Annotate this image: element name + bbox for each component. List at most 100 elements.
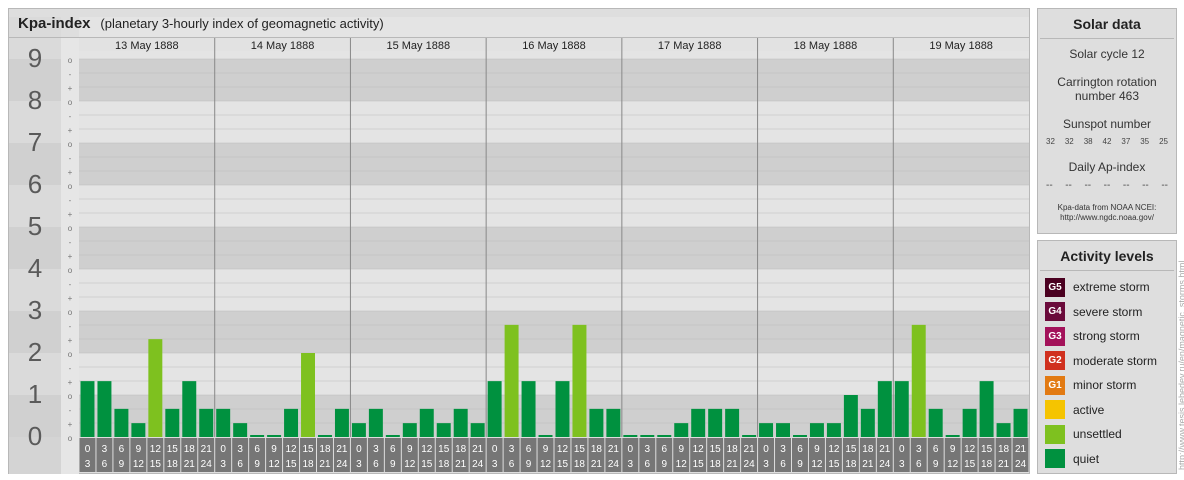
hour-start-label: 9 <box>136 444 142 455</box>
hour-end-label: 3 <box>899 459 905 470</box>
y-tick-label: 8 <box>28 85 42 115</box>
hour-end-label: 12 <box>540 459 552 470</box>
hour-start-label: 0 <box>492 444 498 455</box>
hour-start-label: 12 <box>693 444 705 455</box>
hour-start-label: 3 <box>645 444 651 455</box>
kp-bar <box>928 408 943 437</box>
solar-data-title: Solar data <box>1040 9 1174 39</box>
level-swatch <box>1045 400 1065 420</box>
level-g4: G4 severe storm <box>1038 300 1176 325</box>
hour-start-label: 18 <box>455 444 467 455</box>
kp-bar <box>402 423 417 437</box>
y-tick-label: 9 <box>28 43 42 73</box>
kp-bar <box>436 423 451 437</box>
hour-start-label: 15 <box>438 444 450 455</box>
level-label: extreme storm <box>1073 280 1150 295</box>
hour-start-label: 3 <box>509 444 515 455</box>
hour-start-label: 21 <box>336 444 348 455</box>
hour-end-label: 18 <box>167 459 179 470</box>
hour-end-label: 6 <box>509 459 515 470</box>
level-label: minor storm <box>1073 378 1137 393</box>
hour-start-label: 15 <box>710 444 722 455</box>
hour-start-label: 12 <box>421 444 433 455</box>
y-minor-tick: - <box>69 280 72 289</box>
hour-start-label: 18 <box>184 444 196 455</box>
hour-end-label: 24 <box>744 459 756 470</box>
sunspot-values: 32 32 38 42 37 35 25 <box>1038 137 1176 146</box>
hour-start-label: 18 <box>727 444 739 455</box>
kp-bar <box>572 324 587 437</box>
y-minor-tick: + <box>68 378 73 387</box>
ap-value: -- <box>1122 180 1130 191</box>
hour-end-label: 21 <box>727 459 739 470</box>
solar-data-panel: Solar data Solar cycle 12 Carrington rot… <box>1037 8 1177 234</box>
hour-end-label: 15 <box>421 459 433 470</box>
y-minor-tick: - <box>69 196 72 205</box>
ap-value: -- <box>1161 180 1168 191</box>
hour-end-label: 15 <box>557 459 569 470</box>
hour-start-label: 3 <box>102 444 108 455</box>
level-swatch: G3 <box>1045 326 1065 346</box>
hour-end-label: 6 <box>780 459 786 470</box>
y-minor-tick: + <box>68 168 73 177</box>
hour-end-label: 18 <box>438 459 450 470</box>
hour-end-label: 18 <box>574 459 586 470</box>
y-band <box>79 269 1029 311</box>
carrington-rotation-line1: Carrington rotation <box>1057 75 1157 89</box>
hour-end-label: 12 <box>947 459 959 470</box>
kp-bar <box>284 408 299 437</box>
ap-value: -- <box>1084 180 1092 191</box>
hour-end-label: 24 <box>201 459 213 470</box>
y-minor-tick: + <box>68 336 73 345</box>
y-band <box>79 101 1029 143</box>
kp-bar <box>334 408 349 437</box>
hour-start-label: 6 <box>119 444 125 455</box>
sunspot-value: 25 <box>1159 137 1168 146</box>
activity-levels-panel: Activity levels G5 extreme storm G4 severe… <box>1037 240 1177 474</box>
kp-bar <box>877 381 892 437</box>
activity-levels-title: Activity levels <box>1040 241 1174 271</box>
hour-start-label: 21 <box>744 444 756 455</box>
hour-end-label: 21 <box>455 459 467 470</box>
kp-bar <box>759 423 774 437</box>
hour-start-label: 9 <box>407 444 413 455</box>
hour-start-label: 6 <box>390 444 396 455</box>
hour-start-label: 15 <box>981 444 993 455</box>
y-tick-label: 0 <box>28 421 42 451</box>
level-swatch: G2 <box>1045 351 1065 371</box>
hour-end-label: 3 <box>220 459 226 470</box>
hour-start-label: 21 <box>1015 444 1027 455</box>
hour-start-label: 12 <box>285 444 297 455</box>
hour-end-label: 15 <box>150 459 162 470</box>
hour-start-label: 9 <box>678 444 684 455</box>
kp-bar <box>267 435 282 437</box>
hour-start-label: 0 <box>220 444 226 455</box>
hour-end-label: 24 <box>879 459 891 470</box>
kp-bar <box>148 339 163 437</box>
y-minor-tick: + <box>68 210 73 219</box>
sunspot-value: 35 <box>1140 137 1150 146</box>
hour-end-label: 12 <box>811 459 823 470</box>
kp-bar <box>97 381 112 437</box>
ap-value: -- <box>1046 180 1053 191</box>
hour-start-label: 0 <box>85 444 91 455</box>
day-label: 15 May 1888 <box>386 40 450 52</box>
hour-start-label: 6 <box>661 444 667 455</box>
hour-start-label: 18 <box>591 444 603 455</box>
kp-bar <box>216 408 231 437</box>
source-link[interactable]: http://www.ngdc.noaa.gov/ <box>1038 213 1176 223</box>
ap-index-values: -- -- -- -- -- -- -- <box>1038 180 1176 191</box>
kp-bar <box>962 408 977 437</box>
hour-start-label: 9 <box>950 444 956 455</box>
hour-start-label: 18 <box>862 444 874 455</box>
kp-bar <box>538 435 553 437</box>
y-minor-tick: + <box>68 420 73 429</box>
y-minor-tick: o <box>68 350 73 359</box>
hour-start-label: 3 <box>237 444 243 455</box>
sunspot-value: 38 <box>1083 137 1093 146</box>
y-minor-tick: o <box>68 266 73 275</box>
sunspot-value: 32 <box>1046 137 1055 146</box>
hour-end-label: 15 <box>828 459 840 470</box>
hour-end-label: 18 <box>981 459 993 470</box>
y-minor-tick: + <box>68 252 73 261</box>
